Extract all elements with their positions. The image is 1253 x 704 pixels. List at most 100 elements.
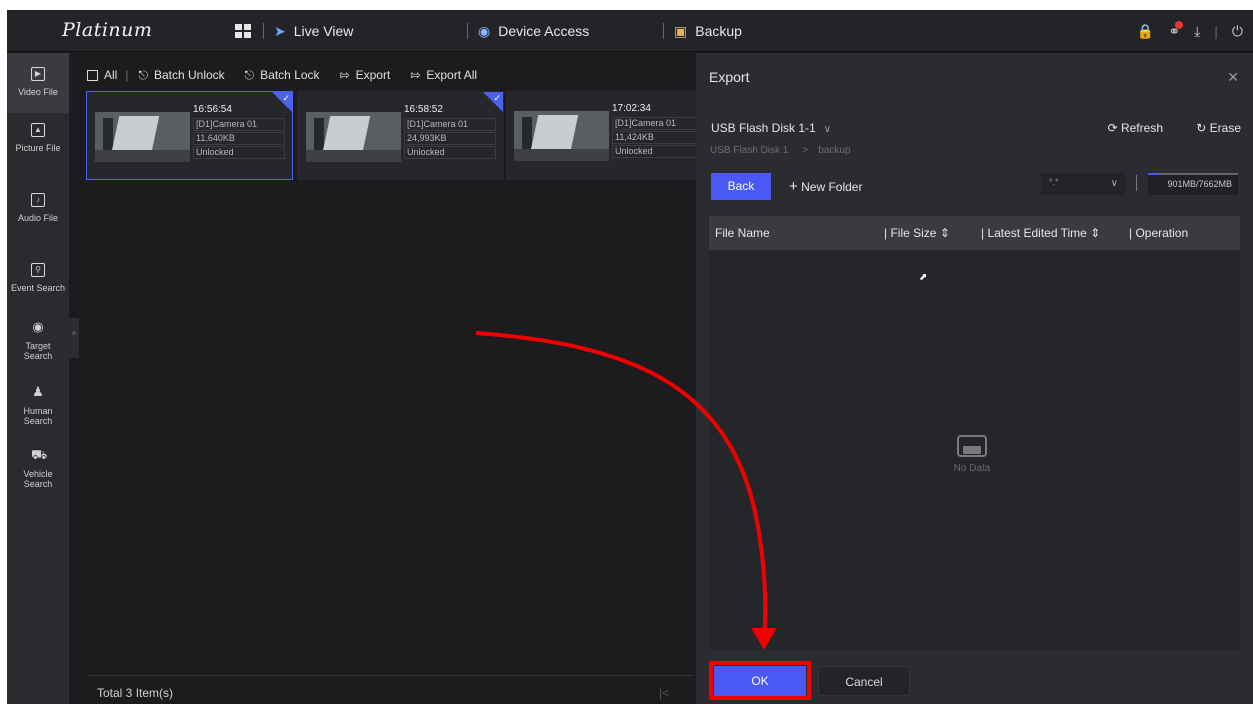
sidebar-item-label: Video File	[18, 87, 58, 97]
sort-icon: ⇕	[939, 226, 950, 240]
nav-backup[interactable]: ▣ Backup	[663, 10, 742, 52]
file-size: 11,424KB	[612, 131, 704, 144]
batch-lock-button[interactable]: ⎋ Batch Lock	[245, 68, 320, 83]
video-file-card[interactable]: 16:58:52 [D1]Camera 01 24,993KB Unlocked…	[297, 91, 504, 180]
file-status: Unlocked	[404, 146, 496, 159]
erase-button[interactable]: ↻ Erase	[1196, 121, 1241, 135]
topbar-separator: |	[1214, 23, 1218, 39]
close-icon[interactable]: ✕	[1227, 69, 1239, 86]
file-status: Unlocked	[193, 146, 285, 159]
video-file-card[interactable]: 16:56:54 [D1]Camera 01 11,640KB Unlocked…	[86, 91, 293, 180]
nav-separator	[263, 23, 264, 39]
file-camera: [D1]Camera 01	[612, 117, 704, 130]
column-operation: | Operation	[1129, 226, 1189, 240]
power-icon[interactable]: ⏻	[1232, 23, 1243, 40]
column-file-size[interactable]: | File Size ⇕	[884, 216, 950, 250]
file-size: 24,993KB	[404, 132, 496, 145]
file-table-body: ⬈ No Data	[709, 250, 1240, 650]
device-select[interactable]: USB Flash Disk 1-1 ∨	[711, 121, 831, 135]
checkbox-icon	[87, 69, 98, 81]
sidebar-item-label: Target Search	[23, 341, 53, 361]
chevron-down-icon: ∨	[1110, 178, 1118, 189]
app-window: Platinum ➤ Live View ◉ Device Access ▣ B…	[7, 10, 1253, 704]
plus-icon: +	[789, 178, 798, 195]
selected-check-icon: ✓	[483, 92, 503, 112]
export-all-label: Export All	[426, 68, 478, 82]
breadcrumb-folder[interactable]: backup	[818, 145, 850, 156]
footer-divider	[87, 675, 693, 676]
video-thumbnail	[95, 112, 190, 162]
sidebar-item-picture-file[interactable]: ▲ Picture File	[7, 123, 69, 153]
sidebar-item-human-search[interactable]: ♟ Human Search	[7, 385, 69, 426]
toolbar-separator: |	[125, 68, 129, 82]
file-toolbar: All | ⎋ Batch Unlock ⎋ Batch Lock ⇰ Expo…	[87, 65, 477, 85]
no-data-icon	[957, 435, 987, 457]
export-icon: ⇰	[339, 68, 350, 82]
top-right-icons: 🔒 ⚭ ⤓ | ⏻	[1137, 10, 1243, 52]
export-all-icon: ⇰	[410, 68, 421, 82]
sidebar-item-target-search[interactable]: ◉ Target Search	[7, 319, 69, 361]
lock-icon[interactable]: 🔒	[1137, 23, 1154, 40]
nav-device-access[interactable]: ◉ Device Access	[467, 10, 589, 52]
sidebar: ▶ Video File ▲ Picture File ♪ Audio File…	[7, 53, 69, 704]
target-search-icon: ◉	[32, 319, 44, 334]
sidebar-item-event-search[interactable]: ⚲ Event Search	[7, 263, 69, 293]
lock-icon: ⎋	[244, 67, 255, 82]
file-info: 16:56:54 [D1]Camera 01 11,640KB Unlocked	[193, 104, 285, 160]
alarm-icon[interactable]: ⚭	[1168, 20, 1183, 40]
cancel-button[interactable]: Cancel	[818, 666, 910, 696]
batch-lock-label: Batch Lock	[260, 68, 320, 82]
export-all-button[interactable]: ⇰ Export All	[410, 68, 477, 82]
export-title: Export	[709, 69, 750, 85]
file-status: Unlocked	[612, 145, 704, 158]
erase-icon: ↻	[1196, 121, 1207, 135]
nav-live-view-label: Live View	[293, 23, 354, 39]
select-all-checkbox[interactable]: All	[87, 68, 117, 82]
backup-folder-icon: ▣	[674, 22, 688, 39]
new-folder-button[interactable]: + New Folder	[789, 173, 862, 200]
column-latest-edited-time[interactable]: | Latest Edited Time ⇕	[981, 216, 1100, 250]
sidebar-item-label: Vehicle Search	[23, 469, 53, 489]
empty-state-text: No Data	[953, 463, 991, 474]
event-search-icon: ⚲	[31, 263, 45, 277]
picture-file-icon: ▲	[31, 123, 45, 137]
file-type-select[interactable]: *.* ∨	[1041, 173, 1126, 195]
file-size: 11,640KB	[193, 132, 285, 145]
nav-separator	[663, 23, 664, 39]
file-time: 17:02:34	[612, 103, 651, 114]
vehicle-search-icon: ⛟	[31, 447, 48, 462]
nav-backup-label: Backup	[695, 23, 742, 39]
sidebar-item-label: Audio File	[17, 213, 59, 223]
file-info: 16:58:52 [D1]Camera 01 24,993KB Unlocked	[404, 104, 496, 160]
logo: Platinum	[62, 19, 153, 41]
refresh-label: Refresh	[1120, 121, 1163, 135]
breadcrumb-separator: >	[802, 145, 809, 156]
sidebar-item-label: Event Search	[10, 283, 66, 293]
download-icon[interactable]: ⤓	[1194, 23, 1200, 40]
capacity-text: 901MB/7662MB	[1167, 179, 1232, 189]
file-camera: [D1]Camera 01	[404, 118, 496, 131]
back-button[interactable]: Back	[711, 173, 771, 200]
sort-icon: ⇕	[1090, 226, 1101, 240]
video-thumbnail	[514, 111, 609, 161]
video-file-card[interactable]: 17:02:34 [D1]Camera 01 11,424KB Unlocked	[506, 91, 704, 180]
capacity-used-bar	[1148, 173, 1159, 175]
sidebar-item-video-file[interactable]: ▶ Video File	[7, 53, 69, 113]
live-view-icon: ➤	[274, 22, 286, 39]
ok-button[interactable]: OK	[714, 666, 806, 696]
mouse-cursor-icon: ⬈	[919, 272, 928, 283]
grid-menu-icon[interactable]	[235, 24, 251, 38]
batch-unlock-button[interactable]: ⎋ Batch Unlock	[138, 68, 224, 83]
first-page-icon[interactable]: |<	[659, 686, 669, 700]
nav-live-view[interactable]: ➤ Live View	[235, 10, 353, 52]
export-button[interactable]: ⇰ Export	[340, 68, 391, 82]
capacity-track	[1148, 173, 1238, 175]
sidebar-collapse-handle[interactable]: »	[69, 318, 79, 358]
refresh-button[interactable]: ⟳ Refresh	[1108, 121, 1163, 135]
sidebar-item-vehicle-search[interactable]: ⛟ Vehicle Search	[7, 447, 69, 489]
file-table-header: File Name | File Size ⇕ | Latest Edited …	[709, 216, 1240, 250]
breadcrumb-root[interactable]: USB Flash Disk 1	[710, 145, 788, 156]
column-file-name[interactable]: File Name	[715, 216, 770, 250]
refresh-icon: ⟳	[1107, 121, 1118, 135]
sidebar-item-audio-file[interactable]: ♪ Audio File	[7, 193, 69, 223]
